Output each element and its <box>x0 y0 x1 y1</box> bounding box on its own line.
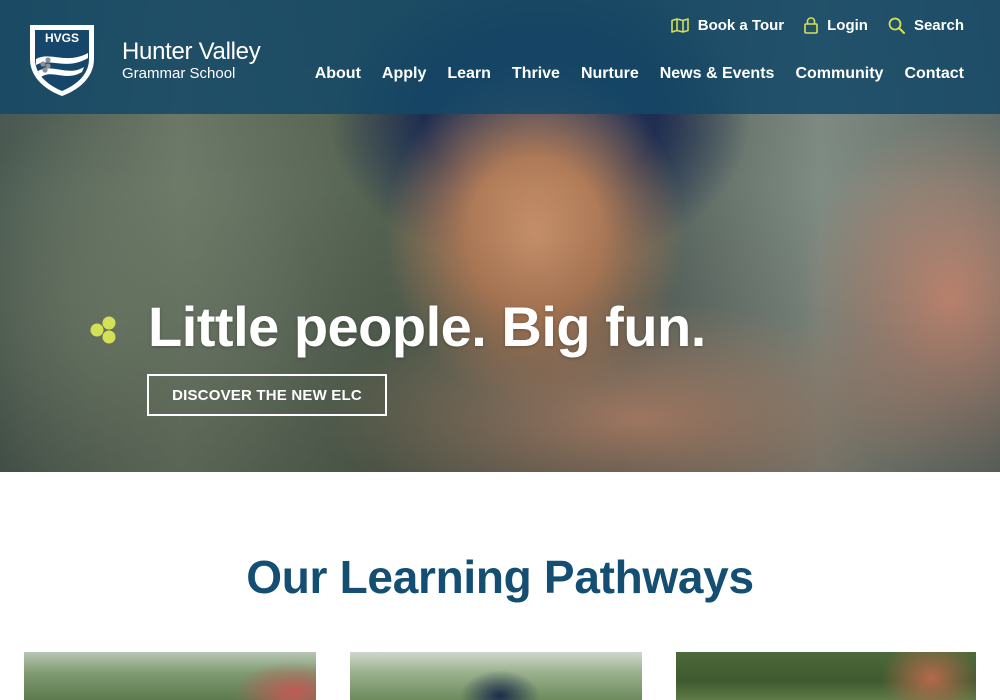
crest-text: HVGS <box>45 31 79 45</box>
pathway-card-image[interactable] <box>24 652 316 700</box>
map-icon <box>670 17 689 33</box>
school-name[interactable]: Hunter Valley Grammar School <box>122 38 261 83</box>
site-header: HVGS Hunter Valley Grammar School Book a… <box>0 0 1000 114</box>
pathway-cards <box>0 652 1000 700</box>
school-name-line1: Hunter Valley <box>122 38 261 65</box>
trefoil-dots-icon <box>88 314 120 346</box>
school-name-line2: Grammar School <box>122 65 236 82</box>
main-nav: About Apply Learn Thrive Nurture News & … <box>315 62 964 86</box>
utility-nav: Book a Tour Login Search <box>670 14 964 36</box>
lock-icon <box>804 16 818 34</box>
nav-item-nurture[interactable]: Nurture <box>581 65 639 83</box>
discover-elc-button[interactable]: DISCOVER THE NEW ELC <box>147 374 387 416</box>
nav-item-apply[interactable]: Apply <box>382 65 426 83</box>
nav-item-thrive[interactable]: Thrive <box>512 65 560 83</box>
section-title: Our Learning Pathways <box>246 551 754 603</box>
hero-banner: HVGS Hunter Valley Grammar School Book a… <box>0 0 1000 472</box>
search-label: Search <box>913 16 964 34</box>
school-crest-logo[interactable]: HVGS <box>26 19 98 97</box>
login-label: Login <box>827 16 868 34</box>
nav-item-community[interactable]: Community <box>795 65 883 83</box>
pathway-card-image[interactable] <box>676 652 976 700</box>
search-icon <box>888 17 905 34</box>
hero-title: Little people. Big fun. <box>148 295 706 358</box>
login-link[interactable]: Login <box>804 17 868 34</box>
nav-item-news-events[interactable]: News & Events <box>660 65 775 83</box>
pathway-card-image[interactable] <box>350 652 642 700</box>
nav-item-learn[interactable]: Learn <box>447 65 491 83</box>
book-a-tour-label: Book a Tour <box>697 16 785 34</box>
search-link[interactable]: Search <box>888 17 964 34</box>
nav-item-contact[interactable]: Contact <box>904 65 964 83</box>
book-a-tour-link[interactable]: Book a Tour <box>670 16 785 34</box>
nav-item-about[interactable]: About <box>315 65 361 83</box>
